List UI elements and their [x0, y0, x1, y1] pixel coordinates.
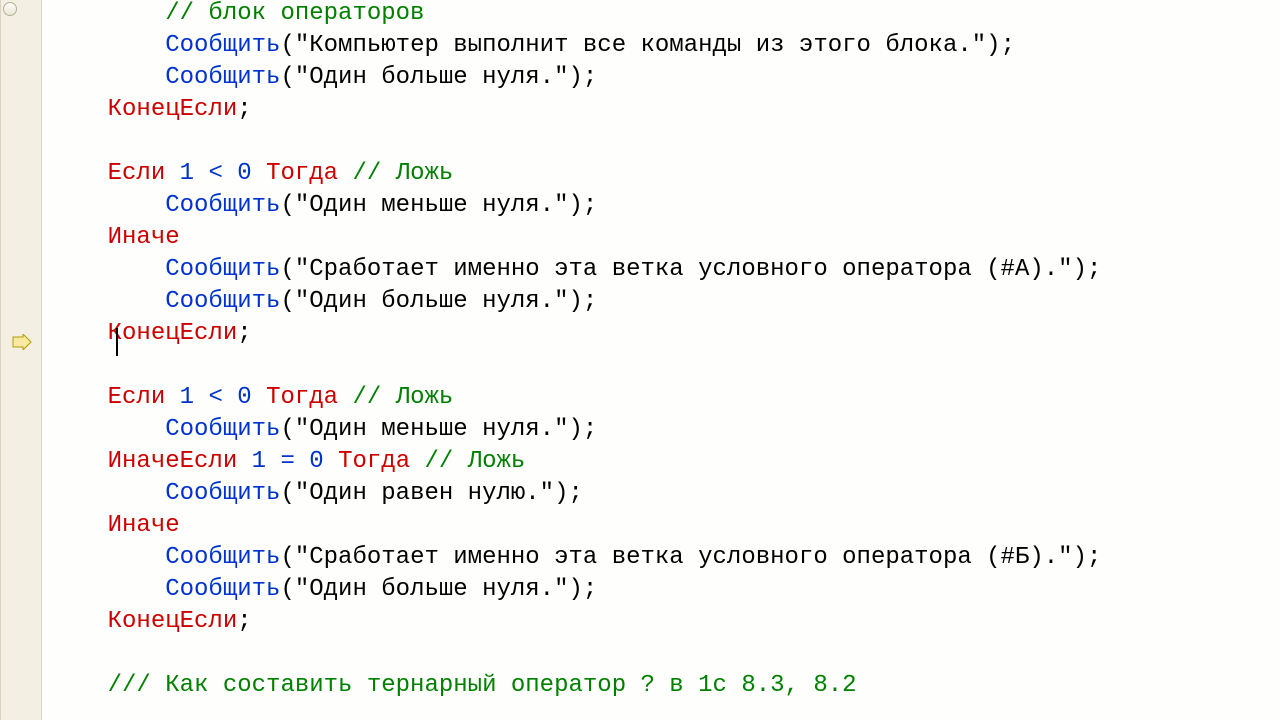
breakpoint-marker[interactable] — [3, 2, 17, 16]
editor-gutter[interactable] — [0, 0, 42, 720]
execution-pointer-icon — [11, 334, 33, 350]
code-editor: // блок операторов Сообщить("Компьютер в… — [0, 0, 1280, 720]
code-text: // блок операторов Сообщить("Компьютер в… — [50, 0, 1280, 702]
code-area[interactable]: // блок операторов Сообщить("Компьютер в… — [42, 0, 1280, 720]
text-caret — [116, 328, 118, 356]
